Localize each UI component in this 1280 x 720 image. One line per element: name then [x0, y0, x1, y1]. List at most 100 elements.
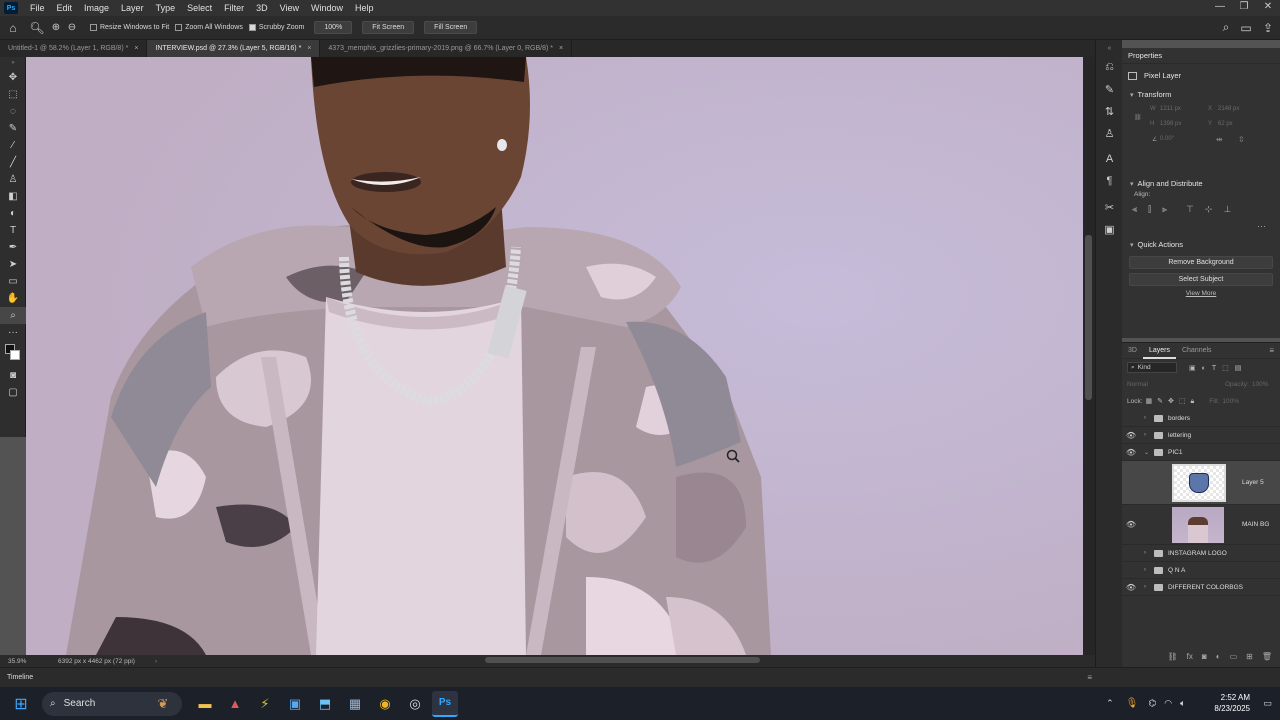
search-icon[interactable]: ⌕ — [1216, 20, 1236, 35]
tools-panel-icon[interactable]: ✂ — [1096, 196, 1123, 218]
app-icon-bolt[interactable]: ⚡︎ — [252, 691, 278, 717]
new-group-icon[interactable]: ▭ — [1230, 652, 1238, 661]
menu-type[interactable]: Type — [150, 3, 182, 13]
blend-mode-select[interactable]: Normal — [1127, 381, 1185, 388]
fit-screen-button[interactable]: Fit Screen — [362, 21, 415, 34]
zoom-in-icon[interactable]: ⊕ — [48, 22, 64, 33]
filter-type-icons[interactable]: ▣◐T⬚▤ — [1189, 364, 1247, 372]
brush-settings-icon[interactable]: ✎ — [1096, 78, 1123, 100]
brush-tool-icon[interactable]: ╱ — [0, 154, 26, 171]
gradient-tool-icon[interactable]: ◐ — [0, 205, 26, 222]
timeline-panel[interactable]: Timeline ≡ — [0, 667, 1280, 687]
layer-row-main-bg[interactable]: 👁︎ MAIN BG — [1122, 505, 1280, 545]
tab-layers[interactable]: Layers — [1142, 343, 1176, 359]
close-tab-icon[interactable]: × — [559, 45, 563, 52]
chevron-right-icon[interactable]: › — [1144, 415, 1146, 421]
wifi-icon[interactable]: ◠ — [1164, 698, 1172, 709]
lock-icons[interactable]: ▦✎✥⬚🔒︎ — [1146, 397, 1200, 406]
align-top-icon[interactable]: ⊤ — [1186, 204, 1194, 215]
fx-icon[interactable]: fx — [1187, 652, 1193, 661]
zoom-all-windows-checkbox[interactable]: Zoom All Windows — [175, 24, 243, 31]
align-right-icon[interactable]: ⫸ — [1162, 204, 1167, 215]
eraser-tool-icon[interactable]: ◧ — [0, 188, 26, 205]
eye-icon[interactable]: 👁︎ — [1122, 431, 1140, 440]
eyedropper-tool-icon[interactable]: ⁄ — [0, 137, 26, 154]
photoshop-taskbar-icon[interactable]: Ps — [432, 690, 458, 717]
network-icon[interactable]: ⌬ — [1148, 698, 1156, 709]
menu-3d[interactable]: 3D — [250, 3, 274, 13]
layer-row-q-n-a[interactable]: › Q N A — [1122, 562, 1280, 579]
restore-icon[interactable]: ❐ — [1232, 0, 1256, 16]
y-field[interactable]: 62 px — [1218, 121, 1233, 127]
scrubby-zoom-checkbox[interactable]: Scrubby Zoom — [248, 24, 304, 31]
home-icon[interactable]: ⌂ — [0, 21, 26, 35]
menu-filter[interactable]: Filter — [218, 3, 250, 13]
tab-3d[interactable]: 3D — [1122, 347, 1143, 354]
minimize-icon[interactable]: — — [1208, 0, 1232, 16]
filter-kind-select[interactable]: ⌕ Kind — [1127, 362, 1177, 373]
x-field[interactable]: 2148 px — [1218, 106, 1239, 112]
timeline-menu-icon[interactable]: ≡ — [1087, 673, 1092, 682]
menu-layer[interactable]: Layer — [115, 3, 150, 13]
delete-layer-icon[interactable]: 🗑︎ — [1262, 652, 1272, 661]
panel-menu-icon[interactable]: ≡ — [1269, 346, 1280, 355]
app-icon-photos[interactable]: ▦ — [342, 691, 368, 717]
quick-select-tool-icon[interactable]: ✎ — [0, 120, 26, 137]
chevron-right-icon[interactable]: › — [1144, 567, 1146, 573]
stamp-tool-icon[interactable]: ♙ — [0, 171, 26, 188]
adjustments-icon[interactable]: ⇅ — [1096, 100, 1123, 122]
align-left-icon[interactable]: ⫷ — [1132, 204, 1137, 215]
angle-field[interactable]: 0.00° — [1160, 136, 1174, 142]
menu-edit[interactable]: Edit — [51, 3, 79, 13]
width-field[interactable]: 1211 px — [1160, 106, 1181, 112]
file-explorer-icon[interactable]: ▬ — [192, 691, 218, 717]
height-field[interactable]: 1398 px — [1160, 121, 1181, 127]
color-swatches[interactable] — [0, 341, 26, 367]
flip-horizontal-icon[interactable]: ⇹ — [1216, 135, 1223, 144]
document-canvas[interactable] — [26, 57, 1083, 655]
align-distribute-section[interactable]: Align and Distribute — [1122, 176, 1280, 191]
shape-tool-icon[interactable]: ▭ — [0, 273, 26, 290]
resize-windows-checkbox[interactable]: Resize Windows to Fit — [90, 24, 169, 31]
app-icon-store[interactable]: ⬒ — [312, 691, 338, 717]
menu-select[interactable]: Select — [181, 3, 218, 13]
tab-memphis-grizzlies[interactable]: 4373_memphis_grizzlies-primary-2019.png … — [320, 40, 573, 57]
layer-row-different-colorbgs[interactable]: 👁︎ › DIFFERENT COLORBGS — [1122, 579, 1280, 596]
align-middle-icon[interactable]: ⊹ — [1205, 204, 1213, 215]
more-options-icon[interactable]: ··· — [1122, 221, 1280, 231]
align-center-icon[interactable]: ⫿ — [1148, 204, 1151, 215]
menu-view[interactable]: View — [274, 3, 305, 13]
quick-mask-icon[interactable]: ◙ — [0, 367, 26, 384]
zoom-level[interactable]: 35.9% — [8, 658, 48, 665]
tab-channels[interactable]: Channels — [1176, 347, 1218, 354]
link-layers-icon[interactable]: ⛓ — [1168, 652, 1178, 661]
share-icon[interactable]: ⇪ — [1256, 21, 1280, 35]
horizontal-scroll-thumb[interactable] — [485, 657, 760, 663]
tray-chevron-up-icon[interactable]: ⌃ — [1106, 698, 1114, 709]
character-icon[interactable]: A — [1096, 148, 1123, 170]
zoom-out-icon[interactable]: ⊖ — [64, 22, 80, 33]
windows-start-icon[interactable]: ⊞ — [8, 691, 34, 717]
remove-background-button[interactable]: Remove Background — [1129, 256, 1273, 269]
eye-icon[interactable]: 👁︎ — [1122, 448, 1140, 457]
transform-section[interactable]: Transform — [1122, 87, 1280, 102]
layer-row-lettering[interactable]: 👁︎ › lettering — [1122, 427, 1280, 444]
eye-icon[interactable]: 👁︎ — [1122, 520, 1140, 529]
widgets-icon[interactable]: ❦ — [150, 691, 176, 717]
taskbar-clock[interactable]: 2:52 AM 8/23/2025 — [1214, 692, 1250, 714]
chrome-icon[interactable]: ◉ — [372, 691, 398, 717]
fill-screen-button[interactable]: Fill Screen — [424, 21, 478, 34]
layer-row-instagram-logo[interactable]: › INSTAGRAM LOGO — [1122, 545, 1280, 562]
select-subject-button[interactable]: Select Subject — [1129, 273, 1273, 286]
app-icon-circle[interactable]: ◎ — [402, 691, 428, 717]
libraries-icon[interactable]: ▣ — [1096, 218, 1123, 240]
opacity-field[interactable]: 100% — [1252, 381, 1269, 388]
pen-tool-icon[interactable]: ✒ — [0, 239, 26, 256]
paragraph-icon[interactable]: ¶ — [1096, 170, 1123, 192]
notification-icon[interactable]: ▭ — [1263, 698, 1272, 709]
menu-image[interactable]: Image — [78, 3, 115, 13]
flip-vertical-icon[interactable]: ⇳ — [1238, 135, 1245, 144]
collapse-panels-icon[interactable]: « — [1096, 40, 1123, 56]
add-mask-icon[interactable]: ◙ — [1202, 652, 1207, 661]
workspace-icon[interactable]: ▭ — [1236, 21, 1256, 35]
